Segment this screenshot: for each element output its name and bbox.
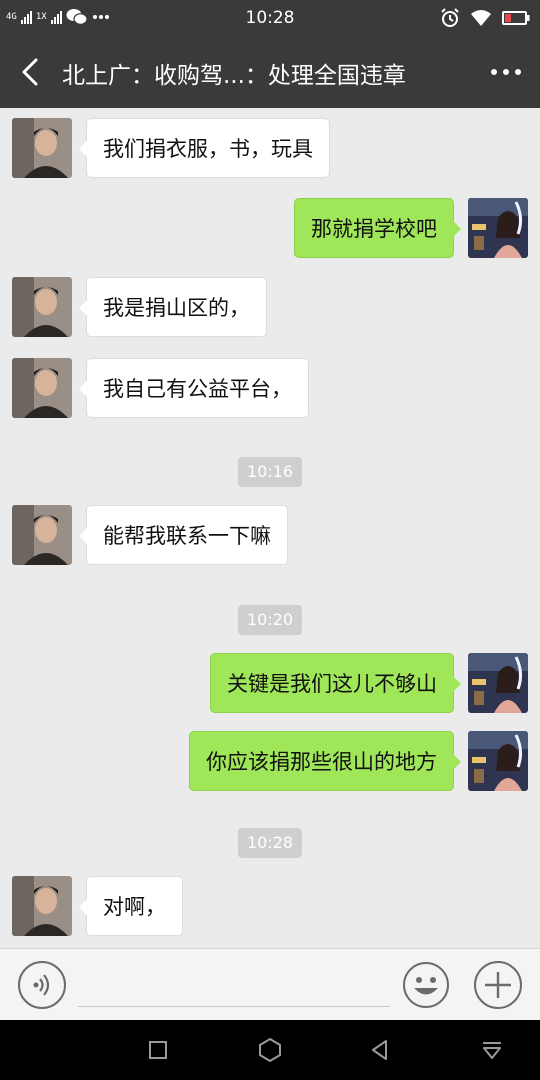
status-bar: 4G 1X 10:28: [0, 0, 540, 36]
input-bar: [0, 948, 540, 1020]
voice-icon: [33, 974, 50, 996]
timestamp-divider: 10:28: [238, 828, 302, 858]
back-icon[interactable]: [366, 1036, 394, 1064]
contact-avatar[interactable]: [12, 505, 72, 565]
message-row-incoming: 对啊，: [0, 876, 540, 938]
timestamp-divider: 10:20: [238, 605, 302, 635]
status-right-icons: [440, 8, 530, 28]
my-avatar[interactable]: [468, 653, 528, 713]
back-arrow-icon[interactable]: [14, 54, 50, 90]
wifi-icon: [471, 10, 491, 26]
message-bubble-outgoing[interactable]: 你应该捐那些很山的地方: [189, 731, 461, 791]
chat-header: 北上广：收购驾...：处理全国违章: [0, 36, 540, 108]
message-bubble-incoming[interactable]: 我自己有公益平台，: [79, 358, 309, 418]
plus-icon: [485, 972, 511, 998]
contact-avatar[interactable]: [12, 118, 72, 178]
system-nav-bar: [0, 1020, 540, 1080]
message-row-outgoing: 关键是我们这儿不够山: [0, 653, 540, 715]
message-list[interactable]: 我们捐衣服，书，玩具 那就捐学校吧 我是捐山区的， 我自己有公益平台， 10:1…: [0, 108, 540, 948]
message-bubble-outgoing[interactable]: 关键是我们这儿不够山: [210, 653, 461, 713]
message-bubble-incoming[interactable]: 能帮我联系一下嘛: [79, 505, 288, 565]
voice-input-button[interactable]: [18, 961, 66, 1009]
timestamp-divider: 10:16: [238, 457, 302, 487]
contact-avatar[interactable]: [12, 876, 72, 936]
more-options-icon[interactable]: [486, 54, 526, 90]
message-input[interactable]: [78, 963, 390, 1007]
message-bubble-incoming[interactable]: 我们捐衣服，书，玩具: [79, 118, 330, 178]
message-bubble-incoming[interactable]: 对啊，: [79, 876, 183, 936]
chat-title: 北上广：收购驾...：处理全国违章: [62, 63, 406, 89]
message-row-incoming: 能帮我联系一下嘛: [0, 505, 540, 567]
message-bubble-incoming[interactable]: 我是捐山区的，: [79, 277, 267, 337]
home-icon[interactable]: [256, 1036, 284, 1064]
recent-apps-icon[interactable]: [144, 1036, 172, 1064]
message-row-outgoing: 那就捐学校吧: [0, 198, 540, 260]
message-row-incoming: 我自己有公益平台，: [0, 358, 540, 420]
message-row-outgoing: 你应该捐那些很山的地方: [0, 731, 540, 793]
message-row-incoming: 我们捐衣服，书，玩具: [0, 118, 540, 180]
contact-avatar[interactable]: [12, 358, 72, 418]
my-avatar[interactable]: [468, 731, 528, 791]
more-functions-button[interactable]: [474, 961, 522, 1009]
contact-avatar[interactable]: [12, 277, 72, 337]
notification-pulldown-icon[interactable]: [478, 1036, 506, 1064]
message-bubble-outgoing[interactable]: 那就捐学校吧: [294, 198, 461, 258]
battery-icon: [502, 11, 530, 25]
alarm-icon: [441, 8, 459, 27]
my-avatar[interactable]: [468, 198, 528, 258]
message-row-incoming: 我是捐山区的，: [0, 277, 540, 339]
emoji-button-icon[interactable]: [402, 961, 450, 1009]
